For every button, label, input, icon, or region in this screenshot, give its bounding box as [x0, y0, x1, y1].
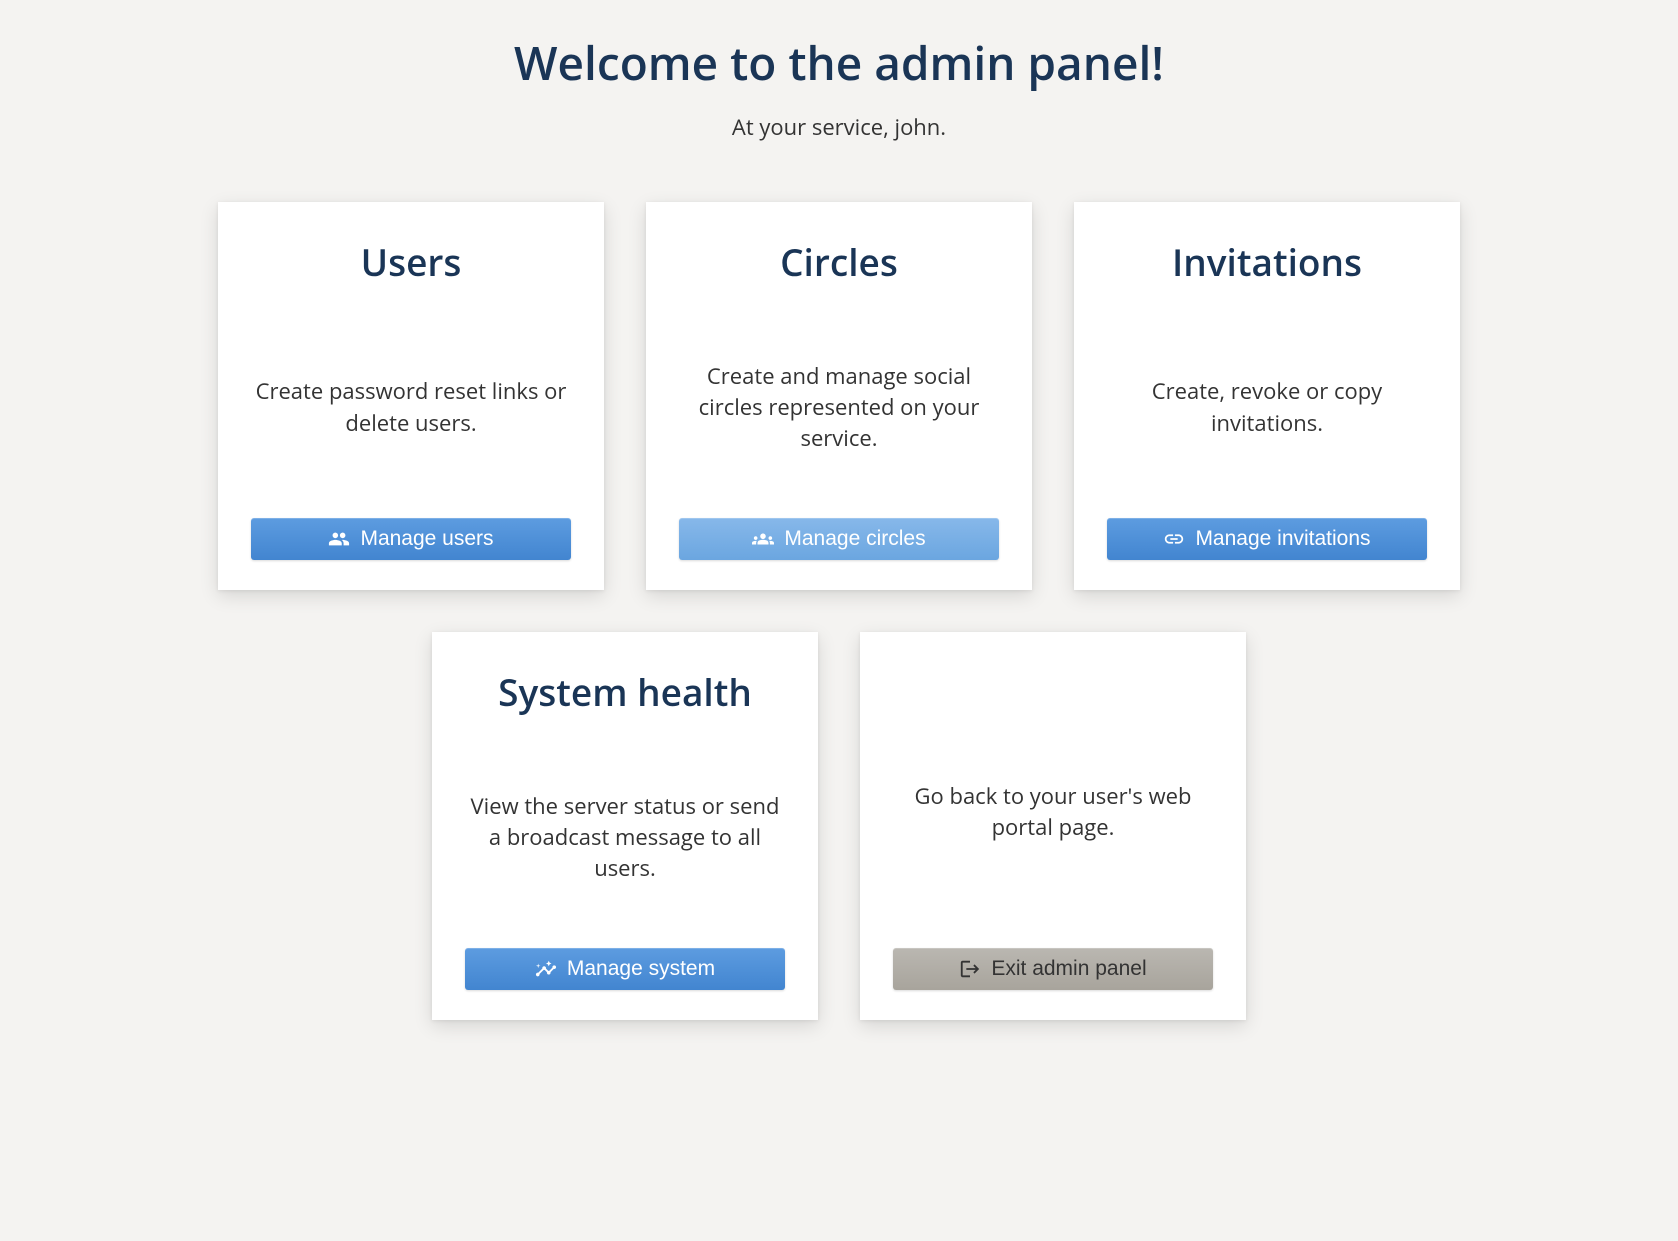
card-system-health: System health View the server status or … [432, 632, 818, 1020]
groups-icon [752, 528, 774, 550]
button-label: Exit admin panel [991, 957, 1146, 981]
exit-admin-panel-button[interactable]: Exit admin panel [893, 948, 1213, 990]
card-invitations: Invitations Create, revoke or copy invit… [1074, 202, 1460, 590]
card-title-circles: Circles [780, 236, 898, 287]
card-grid: Users Create password reset links or del… [189, 202, 1489, 1020]
card-desc-system-health: View the server status or send a broadca… [464, 791, 786, 885]
manage-system-button[interactable]: Manage system [465, 948, 785, 990]
card-desc-users: Create password reset links or delete us… [250, 376, 572, 438]
people-icon [328, 528, 350, 550]
card-users: Users Create password reset links or del… [218, 202, 604, 590]
card-title-users: Users [361, 236, 462, 287]
card-desc-exit: Go back to your user's web portal page. [892, 781, 1214, 843]
page-subtitle: At your service, john. [0, 112, 1678, 142]
manage-circles-button[interactable]: Manage circles [679, 518, 999, 560]
card-desc-circles: Create and manage social circles represe… [678, 361, 1000, 455]
card-exit: Go back to your user's web portal page. … [860, 632, 1246, 1020]
manage-invitations-button[interactable]: Manage invitations [1107, 518, 1427, 560]
link-icon [1163, 528, 1185, 550]
card-desc-invitations: Create, revoke or copy invitations. [1106, 376, 1428, 438]
button-label: Manage circles [784, 527, 925, 551]
button-label: Manage users [360, 527, 493, 551]
button-label: Manage system [567, 957, 715, 981]
card-circles: Circles Create and manage social circles… [646, 202, 1032, 590]
card-title-invitations: Invitations [1172, 236, 1362, 287]
card-title-system-health: System health [498, 666, 752, 717]
manage-users-button[interactable]: Manage users [251, 518, 571, 560]
button-label: Manage invitations [1195, 527, 1370, 551]
page-title: Welcome to the admin panel! [0, 32, 1678, 94]
exit-icon [959, 958, 981, 980]
insights-icon [535, 958, 557, 980]
